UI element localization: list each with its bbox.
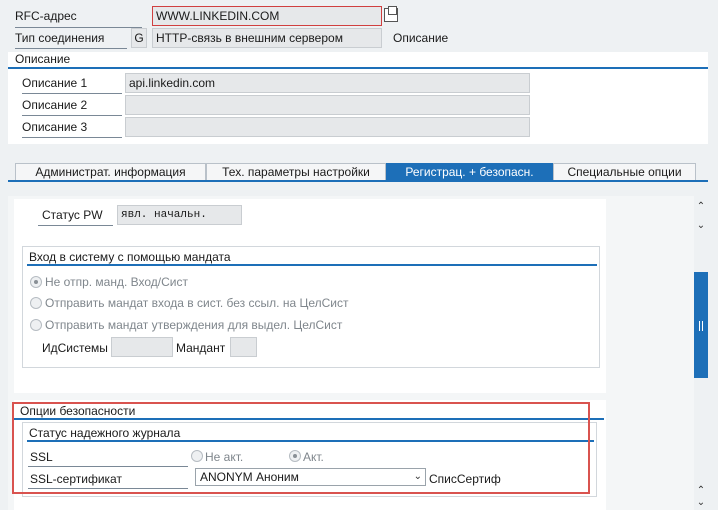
radio-send-assertion-ticket-label: Отправить мандат утверждения для выдел. … — [45, 318, 343, 332]
radio-send-logon-ticket[interactable] — [30, 297, 42, 309]
radio-send-logon-ticket-label: Отправить мандат входа в сист. без ссыл.… — [45, 296, 349, 310]
ticket-login-divider — [27, 264, 597, 266]
scroll-down-lower-icon[interactable]: ⌄ — [695, 497, 707, 509]
status-pw-field: явл. начальн. — [117, 205, 242, 225]
tab-special-options[interactable]: Специальные опции — [553, 163, 696, 181]
description-2-underline — [22, 115, 122, 116]
highlight-box — [12, 402, 590, 494]
description-3-field[interactable] — [125, 117, 530, 137]
status-pw-underline — [38, 225, 113, 226]
connection-type-label: Тип соединения — [15, 31, 105, 45]
status-pw-label: Статус PW — [42, 208, 103, 222]
connection-type-underline — [15, 48, 127, 49]
description-3-label: Описание 3 — [22, 120, 88, 134]
copy-icon[interactable] — [384, 6, 398, 22]
rfc-address-field[interactable]: WWW.LINKEDIN.COM — [152, 6, 382, 26]
scroll-up-icon[interactable]: ⌃ — [695, 201, 707, 213]
tab-strip-underline — [8, 180, 708, 182]
connection-type-value: HTTP-связь в внешним сервером — [152, 28, 382, 48]
rfc-address-label: RFC-адрес — [15, 9, 77, 23]
system-id-label: ИдСистемы — [42, 341, 108, 355]
description-1-field[interactable]: api.linkedin.com — [125, 73, 530, 93]
tab-tech-settings[interactable]: Тех. параметры настройки — [206, 163, 386, 181]
description-right-label: Описание — [393, 31, 449, 45]
system-id-field[interactable] — [111, 337, 173, 357]
description-2-label: Описание 2 — [22, 98, 88, 112]
radio-send-assertion-ticket[interactable] — [30, 319, 42, 331]
rfc-address-underline — [15, 27, 142, 28]
grip-icon — [699, 321, 703, 331]
description-1-underline — [22, 93, 122, 94]
description-1-label: Описание 1 — [22, 76, 88, 90]
description-3-underline — [22, 137, 122, 138]
client-field[interactable] — [230, 337, 257, 357]
radio-no-ticket-label: Не отпр. манд. Вход/Сист — [45, 275, 188, 289]
description-section-divider — [8, 67, 708, 69]
description-2-field[interactable] — [125, 95, 530, 115]
ticket-login-title: Вход в систему с помощью мандата — [29, 250, 231, 264]
connection-type-code[interactable]: G — [131, 28, 147, 48]
scroll-up-lower-icon[interactable]: ⌃ — [695, 485, 707, 497]
scroll-down-icon[interactable]: ⌄ — [695, 220, 707, 232]
client-label: Мандант — [176, 341, 226, 355]
description-section-title: Описание — [15, 52, 71, 66]
tab-admin-info[interactable]: Администрат. информация — [15, 163, 206, 181]
radio-no-ticket[interactable] — [30, 276, 42, 288]
tab-logon-security[interactable]: Регистрац. + безопасн. — [386, 163, 553, 181]
tab-strip: Администрат. информация Тех. параметры н… — [15, 163, 696, 181]
